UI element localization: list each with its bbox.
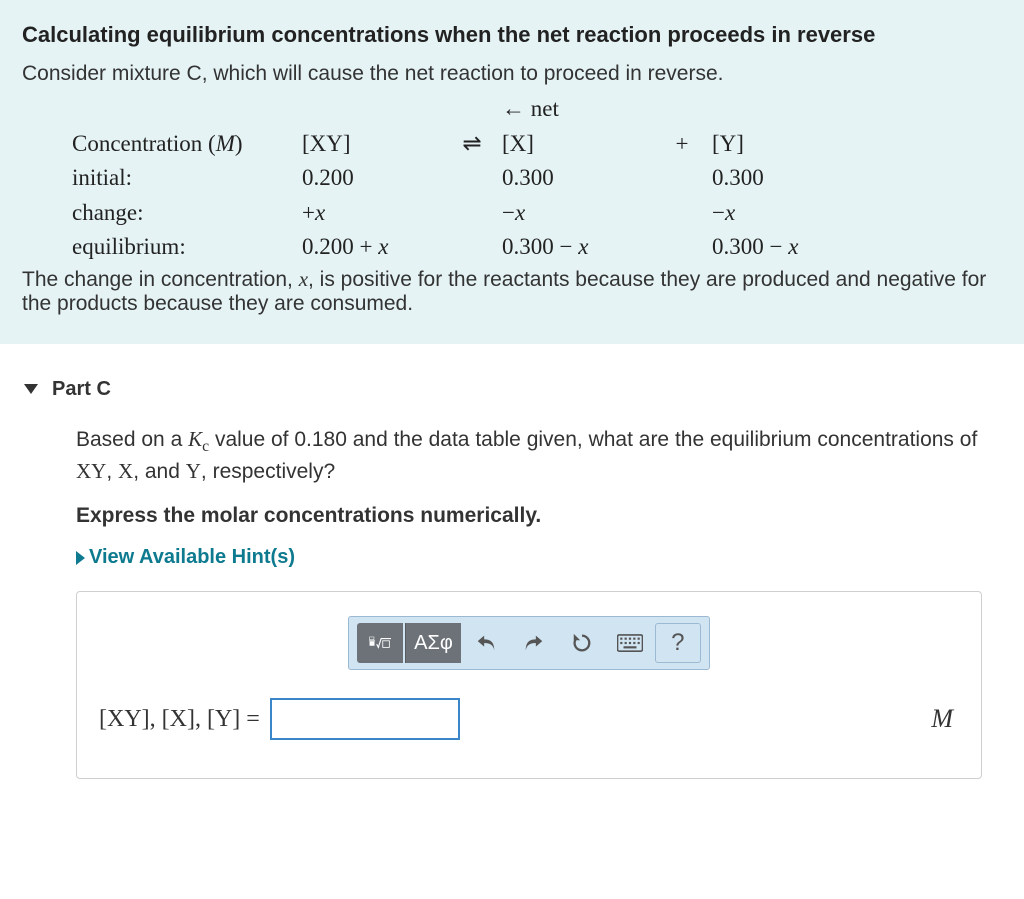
q-and: , and <box>133 460 186 483</box>
ice-equil-row: equilibrium: 0.200 + x 0.300 − x 0.300 −… <box>72 230 1002 265</box>
concentration-header: Concentration (M) <box>72 127 302 162</box>
answer-label: [XY], [X], [Y] = <box>99 706 260 733</box>
ice-table: ← net Concentration (M) [XY] ⇌ [X] + [Y]… <box>22 92 1002 265</box>
redo-button[interactable] <box>511 623 557 663</box>
change-x: −x <box>502 196 652 231</box>
equation-toolbar: ΑΣφ ? <box>348 616 710 670</box>
equil-arrow: ⇌ <box>442 127 502 162</box>
answer-box: ΑΣφ ? [XY], [X], [ <box>76 591 982 779</box>
initial-xy: 0.200 <box>302 161 442 196</box>
initial-x: 0.300 <box>502 161 652 196</box>
greek-button[interactable]: ΑΣφ <box>405 623 461 663</box>
part-c-body: Based on a Kc value of 0.180 and the dat… <box>24 425 1000 780</box>
kc-symbol: Kc <box>188 427 209 451</box>
view-hints-link[interactable]: View Available Hint(s) <box>76 546 295 569</box>
caret-right-icon <box>76 551 85 565</box>
info-title: Calculating equilibrium concentrations w… <box>22 22 1002 48</box>
ice-initial-row: initial: 0.200 0.300 0.300 <box>72 161 1002 196</box>
change-xy: +x <box>302 196 442 231</box>
part-c-header[interactable]: Part C <box>24 378 1000 401</box>
col-y: [Y] <box>712 127 862 162</box>
equil-label: equilibrium: <box>72 230 302 265</box>
col-x: [X] <box>502 127 652 162</box>
part-c-label: Part C <box>52 378 111 401</box>
question-text: Based on a Kc value of 0.180 and the dat… <box>76 425 982 487</box>
change-label: change: <box>72 196 302 231</box>
reset-icon <box>571 632 593 654</box>
templates-button[interactable] <box>357 623 403 663</box>
q-prefix: Based on a <box>76 428 188 451</box>
q-suffix: , respectively? <box>201 460 335 483</box>
reset-button[interactable] <box>559 623 605 663</box>
answer-line: [XY], [X], [Y] = M <box>99 698 959 740</box>
undo-button[interactable] <box>463 623 509 663</box>
net-label-row: ← net <box>72 92 1002 127</box>
undo-icon <box>475 632 497 654</box>
keyboard-icon <box>617 634 643 652</box>
change-y: −x <box>712 196 862 231</box>
unit-label: M <box>931 704 959 734</box>
equil-xy: 0.200 + x <box>302 230 442 265</box>
fraction-root-icon <box>369 632 391 654</box>
col-xy: [XY] <box>302 127 442 162</box>
net-arrow-label: ← net <box>502 92 652 127</box>
ice-header-row: Concentration (M) [XY] ⇌ [X] + [Y] <box>72 127 1002 162</box>
q-mid: value of 0.180 and the data table given,… <box>209 428 977 451</box>
answer-input[interactable] <box>270 698 460 740</box>
toolbar-row: ΑΣφ ? <box>99 616 959 670</box>
equil-y: 0.300 − x <box>712 230 862 265</box>
info-footer: The change in concentration, x, is posit… <box>22 267 1002 316</box>
ice-change-row: change: +x −x −x <box>72 196 1002 231</box>
initial-label: initial: <box>72 161 302 196</box>
q-y: Y <box>186 459 201 483</box>
help-button[interactable]: ? <box>655 623 701 663</box>
redo-icon <box>523 632 545 654</box>
info-box: Calculating equilibrium concentrations w… <box>0 0 1024 344</box>
q-x: X <box>118 459 133 483</box>
q-xy: XY <box>76 459 106 483</box>
caret-down-icon <box>24 384 38 394</box>
part-c-section: Part C Based on a Kc value of 0.180 and … <box>0 344 1024 804</box>
info-subtitle: Consider mixture C, which will cause the… <box>22 62 1002 86</box>
plus-sign: + <box>652 127 712 162</box>
instruction: Express the molar concentrations numeric… <box>76 504 982 528</box>
keyboard-button[interactable] <box>607 623 653 663</box>
equil-x: 0.300 − x <box>502 230 652 265</box>
initial-y: 0.300 <box>712 161 862 196</box>
hints-label: View Available Hint(s) <box>89 546 295 569</box>
